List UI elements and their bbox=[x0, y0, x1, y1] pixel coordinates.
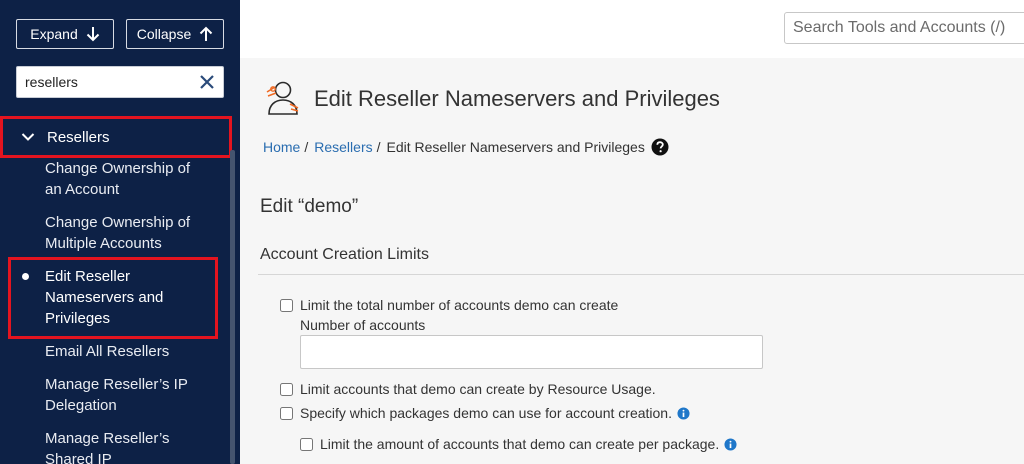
sidebar-item-label: Email All Resellers bbox=[45, 343, 170, 360]
sidebar-item-label: Manage Reseller’s IP bbox=[45, 376, 188, 393]
chevron-down-icon bbox=[21, 133, 35, 141]
arrow-up-icon bbox=[200, 26, 213, 41]
breadcrumb-resellers-link[interactable]: Resellers bbox=[314, 139, 372, 155]
number-of-accounts-label: Number of accounts bbox=[300, 317, 426, 333]
info-icon[interactable] bbox=[677, 406, 690, 420]
sidebar-item-label: Manage Reseller’s bbox=[45, 430, 170, 447]
active-bullet-icon bbox=[22, 273, 29, 280]
search-input[interactable] bbox=[793, 13, 1024, 43]
reseller-icon bbox=[266, 81, 299, 115]
expand-label: Expand bbox=[30, 26, 78, 42]
sidebar-item-change-ownership-multiple[interactable]: Change Ownership of Multiple Accounts bbox=[45, 212, 225, 254]
sidebar-item-label: an Account bbox=[45, 181, 120, 198]
limit-per-package-row: Limit the amount of accounts that demo c… bbox=[300, 436, 737, 452]
sidebar-item-label: Edit Reseller bbox=[45, 268, 131, 285]
breadcrumb: Home / Resellers / Edit Reseller Nameser… bbox=[263, 138, 669, 156]
sidebar-item-label: Change Ownership of bbox=[45, 160, 191, 177]
page-title: Edit Reseller Nameservers and Privileges bbox=[314, 86, 720, 111]
number-of-accounts-input[interactable] bbox=[300, 335, 763, 369]
clear-icon[interactable] bbox=[199, 74, 215, 90]
edit-account-heading: Edit “demo” bbox=[260, 196, 359, 217]
limit-per-package-checkbox[interactable] bbox=[300, 437, 313, 451]
section-heading-account-creation-limits: Account Creation Limits bbox=[260, 246, 429, 263]
sidebar-item-label: Multiple Accounts bbox=[45, 235, 162, 252]
sidebar-item-edit-reseller[interactable]: Edit Reseller Nameservers and Privileges bbox=[45, 266, 225, 329]
specify-packages-row: Specify which packages demo can use for … bbox=[280, 405, 690, 421]
expand-button[interactable]: Expand bbox=[16, 19, 114, 49]
sidebar-category-resellers[interactable]: Resellers bbox=[0, 116, 232, 158]
sidebar-category-label: Resellers bbox=[47, 128, 110, 146]
sidebar-filter-input[interactable] bbox=[25, 67, 195, 97]
sidebar-item-label: Privileges bbox=[45, 310, 111, 327]
limit-resource-row: Limit accounts that demo can create by R… bbox=[280, 381, 656, 397]
breadcrumb-current: Edit Reseller Nameservers and Privileges bbox=[386, 139, 645, 155]
section-divider bbox=[258, 274, 1024, 275]
sidebar-item-label: Nameservers and bbox=[45, 289, 164, 306]
sidebar-item-shared-ip[interactable]: Manage Reseller’s Shared IP bbox=[45, 428, 225, 464]
limit-total-label: Limit the total number of accounts demo … bbox=[300, 297, 619, 313]
sidebar-item-ip-delegation[interactable]: Manage Reseller’s IP Delegation bbox=[45, 374, 225, 416]
sidebar-item-email-all-resellers[interactable]: Email All Resellers bbox=[45, 341, 225, 362]
breadcrumb-home-link[interactable]: Home bbox=[263, 139, 300, 155]
limit-total-checkbox[interactable] bbox=[280, 298, 293, 312]
arrow-down-icon bbox=[86, 27, 99, 42]
collapse-label: Collapse bbox=[136, 26, 192, 42]
help-icon[interactable] bbox=[651, 138, 669, 156]
top-header bbox=[240, 0, 1024, 58]
sidebar-filter bbox=[16, 66, 224, 98]
breadcrumb-separator: / bbox=[376, 139, 381, 155]
sidebar-item-label: Shared IP bbox=[45, 451, 112, 464]
specify-packages-label: Specify which packages demo can use for … bbox=[300, 405, 672, 421]
collapse-button[interactable]: Collapse bbox=[126, 19, 224, 49]
breadcrumb-separator: / bbox=[304, 139, 309, 155]
limit-total-row: Limit the total number of accounts demo … bbox=[280, 297, 618, 313]
sidebar-scrollbar[interactable] bbox=[230, 150, 235, 464]
search-box bbox=[784, 12, 1024, 44]
specify-packages-checkbox[interactable] bbox=[280, 406, 293, 420]
limit-resource-checkbox[interactable] bbox=[280, 382, 293, 396]
sidebar: Expand Collapse Resellers Change Ownersh… bbox=[0, 0, 240, 464]
limit-per-package-label: Limit the amount of accounts that demo c… bbox=[320, 436, 720, 452]
sidebar-item-label: Change Ownership of bbox=[45, 214, 191, 231]
limit-resource-label: Limit accounts that demo can create by R… bbox=[300, 381, 656, 397]
sidebar-item-change-ownership-account[interactable]: Change Ownership of an Account bbox=[45, 158, 225, 200]
sidebar-item-label: Delegation bbox=[45, 397, 117, 414]
info-icon[interactable] bbox=[724, 437, 737, 451]
